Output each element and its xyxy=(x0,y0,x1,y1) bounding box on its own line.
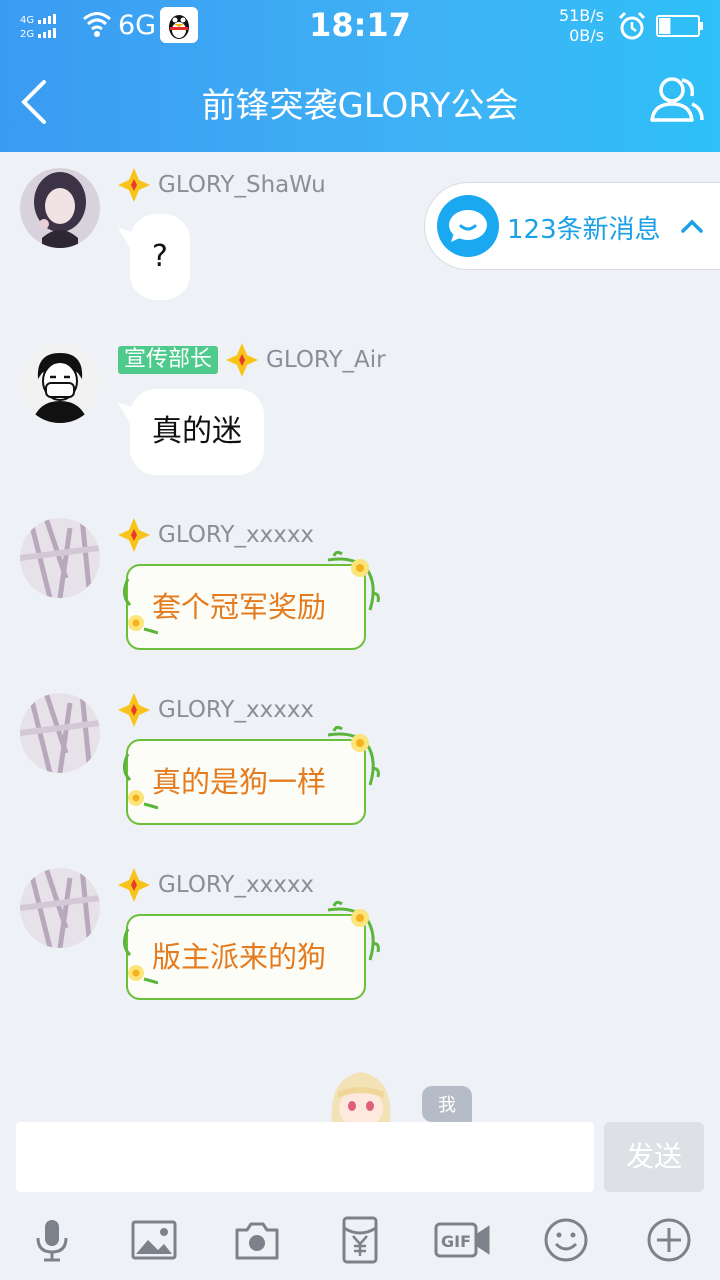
flower-vine-decoration xyxy=(327,550,380,611)
flower-vine-decoration xyxy=(123,753,158,810)
sender-meta: 宣传部长 GLORY_Air xyxy=(118,343,386,377)
message-text: 真的是狗一样 xyxy=(152,765,327,799)
camera-icon[interactable] xyxy=(233,1216,281,1264)
avatar[interactable] xyxy=(20,343,100,423)
rank-star-icon xyxy=(118,868,150,902)
avatar[interactable] xyxy=(20,518,100,598)
speed-up: 51B/s xyxy=(558,6,604,25)
red-packet-icon[interactable] xyxy=(336,1216,384,1264)
avatar[interactable] xyxy=(20,868,100,948)
sender-name[interactable]: GLORY_Air xyxy=(266,347,386,373)
sender-name[interactable]: GLORY_xxxxx xyxy=(158,697,314,723)
message-text: 版主派来的狗 xyxy=(152,940,327,974)
avatar[interactable] xyxy=(20,693,100,773)
header: 4G 2G 6G 18:17 51B/s 0B/s 前锋突袭GLORY公会 xyxy=(0,0,720,152)
status-bar: 4G 2G 6G 18:17 51B/s 0B/s xyxy=(0,0,720,52)
message-text: ? xyxy=(152,239,168,274)
anime-sticker[interactable] xyxy=(328,1068,394,1124)
sender-meta: GLORY_xxxxx xyxy=(118,693,314,727)
input-bar: 发送 GIF xyxy=(0,1122,720,1280)
message-bubble[interactable]: ? xyxy=(118,214,190,300)
rank-star-icon xyxy=(118,693,150,727)
flower-vine-decoration xyxy=(123,928,158,985)
speed-down: 0B/s xyxy=(569,26,604,45)
flower-vine-decoration xyxy=(327,725,380,786)
gif-icon[interactable]: GIF xyxy=(434,1216,490,1264)
bubble-tail xyxy=(118,228,142,248)
message-bubble[interactable]: 真的迷 xyxy=(118,389,264,475)
avatar[interactable] xyxy=(20,168,100,248)
me-tag: 我 xyxy=(422,1086,472,1122)
sender-name[interactable]: GLORY_xxxxx xyxy=(158,872,314,898)
plus-icon[interactable] xyxy=(645,1216,693,1264)
page-title: 前锋突袭GLORY公会 xyxy=(201,86,519,126)
battery-icon xyxy=(656,15,703,37)
net-speed: 51B/s 0B/s xyxy=(548,6,604,46)
chevron-up-icon xyxy=(681,219,703,233)
message-text: 套个冠军奖励 xyxy=(152,590,327,624)
message-input[interactable] xyxy=(16,1122,594,1192)
sender-meta: GLORY_xxxxx xyxy=(118,868,314,902)
group-members-icon[interactable] xyxy=(648,74,704,126)
sender-name[interactable]: GLORY_ShaWu xyxy=(158,172,326,198)
svg-text:GIF: GIF xyxy=(441,1232,471,1251)
clock: 18:17 xyxy=(309,6,411,44)
rank-star-icon xyxy=(226,343,259,377)
flower-vine-decoration xyxy=(123,578,158,635)
role-badge: 宣传部长 xyxy=(118,346,219,374)
image-icon[interactable] xyxy=(130,1216,178,1264)
flower-vine-decoration xyxy=(327,900,380,961)
new-messages-pill[interactable]: 123条新消息 xyxy=(424,182,720,270)
emoji-icon[interactable] xyxy=(542,1216,590,1264)
message-text: 真的迷 xyxy=(152,414,242,449)
sender-meta: GLORY_ShaWu xyxy=(118,168,326,202)
rank-star-icon xyxy=(118,518,150,552)
send-button[interactable]: 发送 xyxy=(604,1122,704,1192)
new-messages-label: 123条新消息 xyxy=(507,215,661,245)
rank-star-icon xyxy=(118,168,150,202)
chat-bubble-icon xyxy=(437,195,499,257)
sender-meta: GLORY_xxxxx xyxy=(118,518,314,552)
microphone-icon[interactable] xyxy=(28,1216,76,1264)
sender-name[interactable]: GLORY_xxxxx xyxy=(158,522,314,548)
alarm-clock-icon xyxy=(618,11,646,40)
bubble-tail xyxy=(118,403,142,423)
